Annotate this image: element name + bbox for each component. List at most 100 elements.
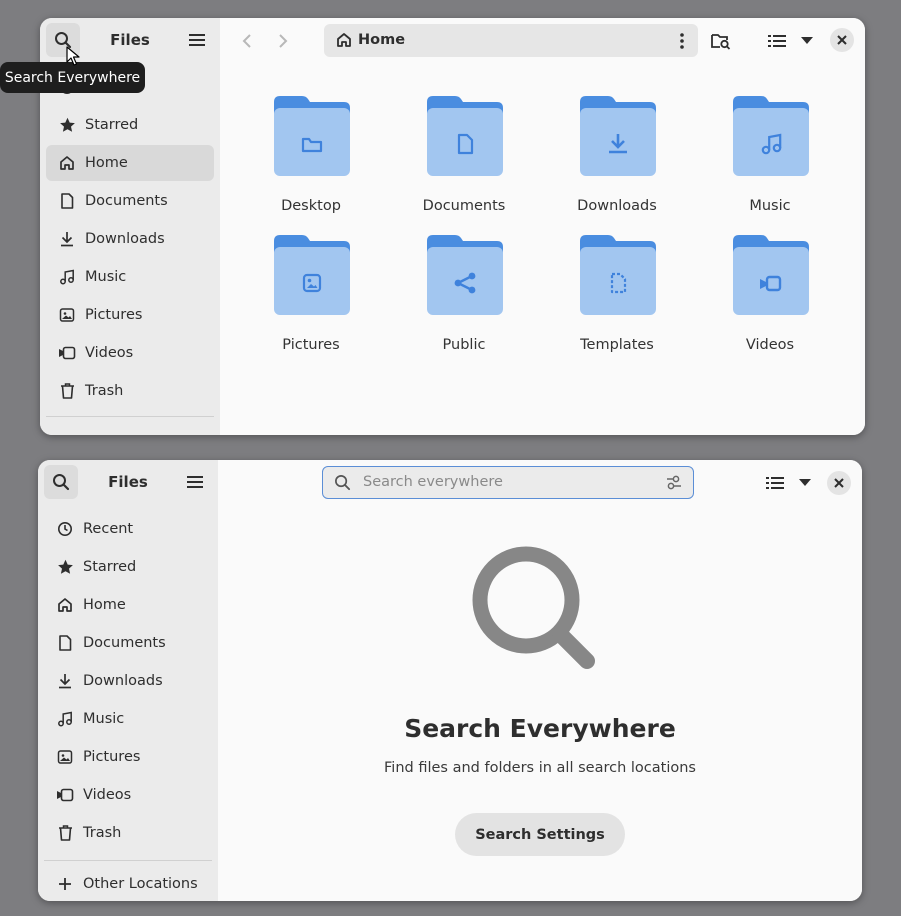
sidebar: Files Recent Starred Home Documents Download…: [38, 460, 218, 901]
forward-button[interactable]: [266, 24, 300, 58]
sidebar-item-documents[interactable]: Documents: [46, 183, 214, 219]
main-view: Search everywhere Search Everywhere Find…: [218, 460, 862, 901]
sidebar-item-downloads[interactable]: Downloads: [46, 221, 214, 257]
folder-pictures[interactable]: Pictures: [246, 233, 376, 363]
sidebar-item-label: Music: [83, 711, 125, 727]
video-icon: [57, 343, 77, 363]
video-icon: [55, 785, 75, 805]
sidebar-item-label: Documents: [83, 635, 166, 651]
sidebar-item-pictures[interactable]: Pictures: [46, 297, 214, 333]
download-icon: [57, 229, 77, 249]
folder-label: Documents: [422, 198, 506, 214]
search-filter-icon[interactable]: [666, 475, 682, 490]
sidebar-item-home[interactable]: Home: [44, 587, 212, 623]
document-icon: [55, 633, 75, 653]
folder-templates[interactable]: Templates: [552, 233, 682, 363]
folder-icon: [733, 235, 809, 315]
close-button[interactable]: [830, 28, 854, 52]
clock-icon: [55, 519, 75, 539]
folder-label: Pictures: [282, 337, 340, 353]
home-icon: [55, 595, 75, 615]
hamburger-icon: [187, 476, 203, 488]
location-bar[interactable]: Home: [324, 24, 698, 57]
search-settings-button[interactable]: Search Settings: [455, 813, 625, 856]
sidebar-item-label: Recent: [83, 521, 134, 537]
back-button[interactable]: [230, 24, 264, 58]
chevron-right-icon: [279, 34, 288, 48]
location-label: Home: [358, 32, 406, 48]
sidebar-item-music[interactable]: Music: [44, 701, 212, 737]
sidebar-item-label: Home: [85, 155, 128, 171]
folder-documents[interactable]: Documents: [399, 94, 529, 224]
sidebar-item-label: Trash: [83, 825, 122, 841]
sidebar-item-recent[interactable]: Recent: [44, 511, 212, 547]
sidebar-item-label: Music: [85, 269, 127, 285]
sidebar-header: Files: [38, 460, 218, 506]
close-icon: [834, 478, 844, 488]
sidebar-item-home[interactable]: Home: [46, 145, 214, 181]
dropdown-arrow-icon: [799, 479, 811, 486]
chevron-left-icon: [242, 34, 251, 48]
music-icon: [55, 709, 75, 729]
view-mode-button[interactable]: [758, 466, 792, 500]
folder-desktop[interactable]: Desktop: [246, 94, 376, 224]
picture-icon: [55, 747, 75, 767]
sidebar-item-label: Trash: [85, 383, 124, 399]
main-menu-button[interactable]: [180, 23, 214, 57]
folder-label: Desktop: [281, 198, 341, 214]
view-mode-button[interactable]: [760, 24, 794, 58]
folder-label: Templates: [580, 337, 654, 353]
kebab-menu-icon: [680, 32, 684, 49]
folder-icon: [580, 96, 656, 176]
sidebar-item-documents[interactable]: Documents: [44, 625, 212, 661]
home-icon: [337, 33, 351, 47]
search-field[interactable]: Search everywhere: [322, 466, 694, 499]
folder-videos[interactable]: Videos: [705, 233, 835, 363]
close-button[interactable]: [827, 471, 851, 495]
view-options-button[interactable]: [794, 24, 820, 58]
list-view-icon: [766, 477, 784, 489]
download-icon: [55, 671, 75, 691]
main-menu-button[interactable]: [178, 465, 212, 499]
sidebar-item-trash[interactable]: Trash: [44, 815, 212, 851]
sidebar-item-label: Downloads: [85, 231, 165, 247]
sidebar-item-videos[interactable]: Videos: [44, 777, 212, 813]
folder-downloads[interactable]: Downloads: [552, 94, 682, 224]
sidebar-separator: [46, 416, 214, 417]
sidebar-item-label: Starred: [85, 117, 139, 133]
document-icon: [57, 191, 77, 211]
sidebar-item-label: Starred: [83, 559, 137, 575]
sidebar-item-label: Pictures: [83, 749, 141, 765]
folder-icon: [427, 235, 503, 315]
search-input[interactable]: Search everywhere: [363, 474, 503, 490]
location-menu-button[interactable]: [668, 26, 696, 55]
plus-icon: [55, 874, 75, 894]
sidebar-item-downloads[interactable]: Downloads: [44, 663, 212, 699]
home-icon: [57, 153, 77, 173]
dropdown-arrow-icon: [801, 37, 813, 44]
trash-icon: [57, 381, 77, 401]
star-icon: [55, 557, 75, 577]
sidebar-item-starred[interactable]: Starred: [46, 107, 214, 143]
hamburger-icon: [189, 34, 205, 46]
folder-label: Music: [749, 198, 791, 214]
sidebar-item-label: Pictures: [85, 307, 143, 323]
search-current-folder-button[interactable]: [704, 24, 738, 58]
sidebar-item-starred[interactable]: Starred: [44, 549, 212, 585]
mouse-cursor-icon: [66, 46, 80, 66]
folder-public[interactable]: Public: [399, 233, 529, 363]
picture-icon: [57, 305, 77, 325]
search-tooltip: Search Everywhere: [0, 62, 145, 93]
sidebar-item-trash[interactable]: Trash: [46, 373, 214, 409]
view-options-button[interactable]: [792, 466, 818, 500]
folder-music[interactable]: Music: [705, 94, 835, 224]
star-icon: [57, 115, 77, 135]
sidebar-item-label: Videos: [83, 787, 132, 803]
sidebar-item-music[interactable]: Music: [46, 259, 214, 295]
sidebar-item-label: Videos: [85, 345, 134, 361]
sidebar-item-label: Other Locations: [83, 876, 198, 892]
sidebar-item-other-locations[interactable]: Other Locations: [44, 866, 212, 901]
folder-label: Videos: [745, 337, 795, 353]
sidebar-item-pictures[interactable]: Pictures: [44, 739, 212, 775]
sidebar-item-videos[interactable]: Videos: [46, 335, 214, 371]
